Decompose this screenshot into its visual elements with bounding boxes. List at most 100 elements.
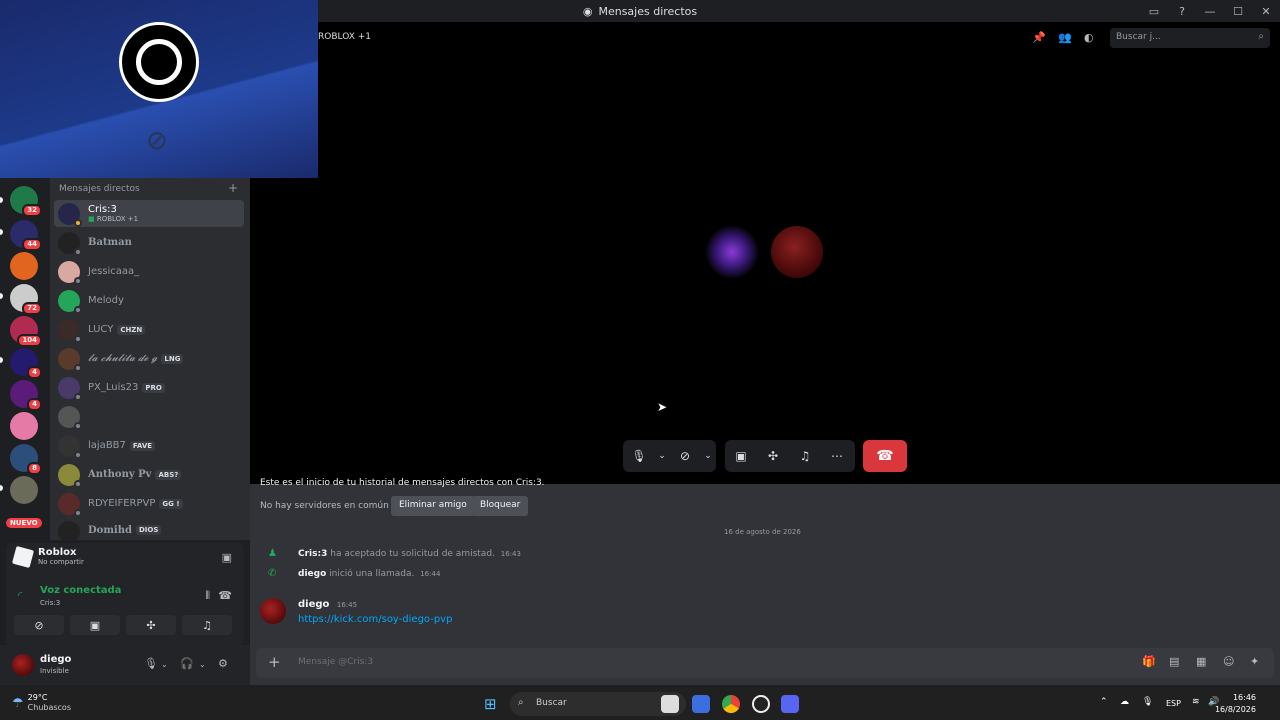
gift-icon[interactable]: 🎁 [1142, 655, 1156, 668]
server-icon[interactable]: 44 [10, 220, 42, 251]
discord-icon[interactable] [781, 695, 799, 713]
avatar[interactable] [12, 654, 34, 676]
hang-up-button[interactable]: ☎ [863, 440, 907, 472]
server-icon[interactable] [10, 252, 38, 280]
system-message: Cris:3 ha aceptado tu solicitud de amist… [298, 549, 521, 559]
message-link[interactable]: https://kick.com/soy-diego-pvp [298, 614, 452, 625]
server-icon[interactable]: 4 [10, 348, 42, 379]
create-dm-button[interactable]: + [228, 181, 238, 195]
language-indicator[interactable]: ESP [1166, 699, 1181, 708]
participant-avatar[interactable] [771, 226, 823, 278]
dm-item[interactable]: Domihd DIOS [54, 519, 244, 540]
screen-share-button[interactable]: ▣ [70, 615, 120, 635]
headphones-icon[interactable]: 🎧 [180, 657, 194, 670]
microphone-icon[interactable]: 🎙 [623, 449, 655, 463]
microphone-icon[interactable]: 🎙 [144, 657, 158, 670]
chevron-down-icon[interactable]: ⌄ [701, 451, 715, 461]
new-badge[interactable]: NUEVO [6, 518, 42, 528]
screen-share-icon[interactable]: ▣ [725, 449, 757, 463]
dm-item[interactable]: LUCY CHZN [54, 316, 244, 343]
avatar [58, 521, 80, 540]
disconnect-icon[interactable]: ☎ [218, 589, 232, 602]
network-icon[interactable]: ☁ [1120, 697, 1129, 707]
help-icon[interactable]: ? [1168, 5, 1196, 18]
history-start: Este es el inicio de tu historial de men… [260, 478, 545, 488]
gif-icon[interactable]: ▤ [1169, 655, 1179, 668]
dm-item[interactable]: Cris:3 ■ ROBLOX +1 [54, 200, 244, 227]
chrome-icon[interactable] [722, 695, 740, 713]
chevron-up-icon[interactable]: ⌃ [1100, 697, 1108, 707]
taskbar-search[interactable]: ⌕ Buscar [510, 692, 686, 716]
dm-item[interactable]: 𝓵𝓪 𝓬𝓱𝓾𝓵𝓲𝓽𝓪 𝓭𝓮 𝓰 LNG [54, 345, 244, 372]
server-icon[interactable] [10, 476, 38, 504]
message-composer[interactable]: + Mensaje @Cris:3 🎁 ▤ ▦ ☺ ✦ [256, 648, 1274, 678]
camera-off-icon[interactable]: ⊘ [669, 449, 701, 463]
server-icon[interactable]: 104 [10, 316, 42, 347]
participant-avatar[interactable] [706, 226, 758, 278]
chevron-down-icon[interactable]: ⌄ [199, 660, 206, 669]
obs-icon[interactable] [752, 695, 770, 713]
clan-tag: CHZN [117, 324, 146, 335]
weather-widget[interactable]: ☂ 29°C Chubascos [12, 693, 71, 713]
app-icon[interactable] [692, 695, 710, 713]
chevron-down-icon[interactable]: ⌄ [161, 660, 168, 669]
apps-icon[interactable]: ✦ [1250, 655, 1259, 668]
dm-item[interactable]: lajaBB7 FAVE [54, 432, 244, 459]
windows-taskbar: ☂ 29°C Chubascos ⊞ ⌕ Buscar ⌃ ☁ 🎙 ESP ≋ … [0, 688, 1280, 720]
clock[interactable]: 16:46 16/8/2026 [1215, 692, 1256, 716]
dm-item[interactable] [54, 403, 244, 430]
emoji-icon[interactable]: ☺ [1223, 655, 1234, 668]
server-icon[interactable]: 72 [10, 284, 42, 315]
server-icon[interactable]: 32 [10, 186, 42, 217]
activities-icon[interactable]: ✣ [757, 449, 789, 463]
server-rail: 32 44 72 104 4 4 8 [0, 178, 50, 543]
dm-item[interactable]: Batman [54, 229, 244, 256]
server-icon[interactable]: 4 [10, 380, 42, 411]
gear-icon[interactable]: ⚙ [218, 657, 228, 670]
remove-friend-button[interactable]: Eliminar amigo [391, 496, 475, 516]
soundboard-button[interactable]: ♫ [182, 615, 232, 635]
dm-item[interactable]: Anthony Pv ABS? [54, 461, 244, 488]
maximize-button[interactable]: ☐ [1224, 5, 1252, 18]
dm-item[interactable]: Melody [54, 287, 244, 314]
server-icon[interactable] [10, 412, 38, 440]
profile-icon[interactable]: ◐ [1084, 31, 1094, 44]
sticker-icon[interactable]: ▦ [1196, 655, 1206, 668]
activities-button[interactable]: ✣ [126, 615, 176, 635]
avatar [58, 260, 82, 285]
inbox-icon[interactable]: ▭ [1140, 5, 1168, 18]
avatar [58, 318, 82, 343]
more-icon[interactable]: ⋯ [821, 449, 853, 463]
camera-off-button[interactable]: ⊘ [14, 615, 64, 635]
soundboard-icon[interactable]: ♫ [789, 449, 821, 463]
clan-tag: DIOS [135, 525, 162, 535]
server-icon[interactable]: 8 [10, 444, 42, 475]
message-input[interactable]: Mensaje @Cris:3 [298, 657, 373, 667]
unread-pill [0, 485, 3, 491]
screen-share-icon[interactable]: ▣ [222, 551, 232, 564]
pin-icon[interactable]: 📌 [1032, 31, 1046, 44]
dm-item[interactable]: RDYEIFERPVP GG ! [54, 490, 244, 517]
avatar [58, 405, 82, 430]
minimize-button[interactable]: — [1196, 5, 1224, 18]
avatar [58, 376, 82, 401]
windows-start-icon[interactable]: ⊞ [484, 695, 497, 713]
dm-item[interactable]: Jessicaaa_ [54, 258, 244, 285]
avatar [58, 492, 82, 517]
attach-icon[interactable]: + [268, 653, 281, 671]
chevron-down-icon[interactable]: ⌄ [655, 451, 669, 461]
close-button[interactable]: ✕ [1252, 5, 1280, 18]
wifi-icon[interactable]: ≋ [1192, 697, 1200, 707]
user-name[interactable]: diego [40, 654, 71, 665]
voice-status[interactable]: Voz conectada [40, 585, 121, 596]
block-button[interactable]: Bloquear [472, 496, 529, 516]
search-input[interactable]: Buscar j... ⌕ [1110, 28, 1270, 48]
microphone-icon[interactable]: 🎙 [1142, 697, 1153, 707]
noise-suppression-icon[interactable]: ⫴ [205, 589, 210, 603]
add-friend-icon[interactable]: 👥 [1058, 31, 1072, 44]
dm-item[interactable]: PX_Luis23 PRO [54, 374, 244, 401]
avatar[interactable] [260, 598, 286, 624]
file-explorer-icon[interactable] [661, 695, 679, 713]
voice-channel[interactable]: Cris:3 [40, 599, 60, 607]
discord-app: ◉ Mensajes directos ▭ ? — ☐ ✕ 32 44 72 1… [0, 0, 1280, 720]
